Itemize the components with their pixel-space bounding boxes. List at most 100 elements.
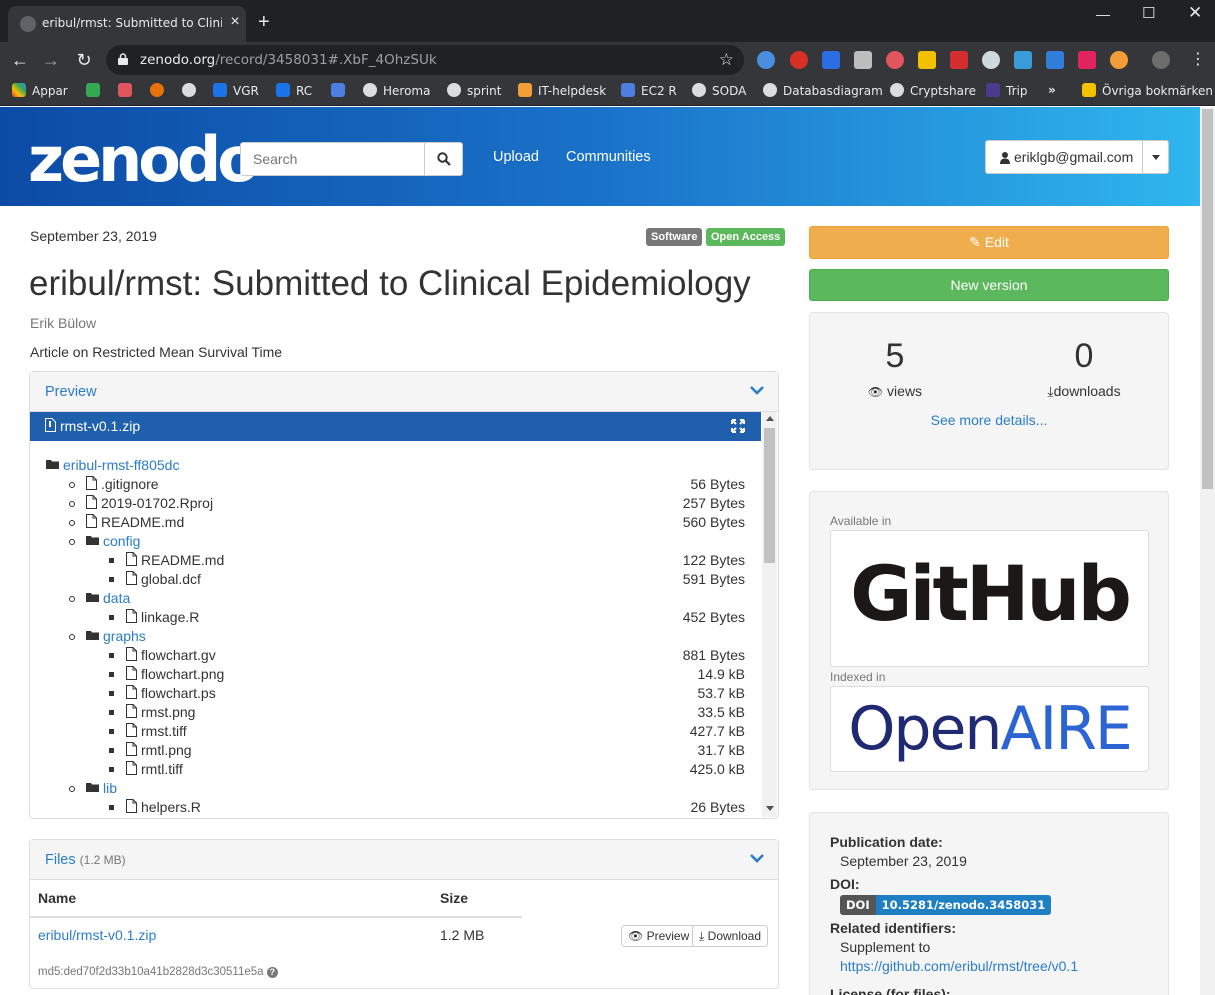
bookmark-icon-only[interactable] <box>331 83 351 98</box>
profile-avatar[interactable] <box>1152 51 1170 69</box>
page-scrollbar-thumb[interactable] <box>1202 109 1213 489</box>
views-count: 5 <box>885 337 905 375</box>
tree-folder-row[interactable]: lib <box>30 779 761 798</box>
file-icon <box>126 761 137 775</box>
search-input[interactable] <box>241 143 426 175</box>
search-button[interactable] <box>424 143 462 175</box>
extension-icon[interactable] <box>982 51 1000 69</box>
extension-icon[interactable] <box>918 51 936 69</box>
bookmarks-overflow-icon[interactable]: » <box>1048 83 1056 97</box>
folder-icon <box>1082 83 1096 97</box>
browser-tab[interactable]: eribul/rmst: Submitted to Clinical × <box>8 6 246 42</box>
file-download-button[interactable]: ⤓ Download <box>692 925 769 947</box>
folder-name[interactable]: config <box>103 533 140 549</box>
bookmark-soda[interactable]: SODA <box>692 83 746 98</box>
doi-badge[interactable]: DOI 10.5281/zenodo.3458031 <box>840 895 1052 915</box>
bookmark-icon-only[interactable] <box>118 83 138 98</box>
bookmark-apps[interactable]: Appar <box>12 83 68 98</box>
back-icon[interactable]: ← <box>10 50 30 70</box>
header-divider <box>30 916 522 918</box>
chevron-down-icon[interactable] <box>750 385 764 395</box>
openaire-logo-link[interactable]: OpenAIRE <box>830 686 1149 772</box>
bookmark-vgr[interactable]: VGR <box>213 83 259 98</box>
address-bar[interactable]: zenodo.org/record/3458031#.XbF_4OhzSUk ☆ <box>106 45 744 75</box>
bookmark-icon-only[interactable] <box>182 83 202 98</box>
openaire-aire: AIRE <box>1000 694 1132 764</box>
page-scrollbar[interactable] <box>1200 107 1215 995</box>
see-more-details-link[interactable]: See more details... <box>810 412 1168 428</box>
extension-icon[interactable] <box>1014 51 1032 69</box>
maximize-icon[interactable]: ☐ <box>1142 4 1155 22</box>
files-panel-header[interactable]: Files (1.2 MB) <box>30 840 778 880</box>
bookmark-it-helpdesk[interactable]: IT-helpdesk <box>518 83 606 98</box>
tree-folder-row[interactable]: eribul-rmst-ff805dc <box>30 456 761 475</box>
close-window-icon[interactable]: ✕ <box>1188 3 1202 23</box>
bookmark-star-icon[interactable]: ☆ <box>719 50 734 70</box>
bookmark-rc[interactable]: RC <box>276 83 312 98</box>
zenodo-logo[interactable]: zenodo <box>28 125 260 195</box>
pocket-extension-icon[interactable] <box>886 51 904 69</box>
folder-name[interactable]: eribul-rmst-ff805dc <box>63 457 179 473</box>
tree-file-row: flowchart.gv 881 Bytes <box>30 646 761 665</box>
tab-close-icon[interactable]: × <box>226 13 244 31</box>
extension-icon[interactable] <box>854 51 872 69</box>
globe-icon <box>182 83 196 97</box>
bookmark-databasdiagram[interactable]: Databasdiagram <box>763 83 883 98</box>
tree-folder-row[interactable]: data <box>30 589 761 608</box>
forward-icon[interactable]: → <box>41 50 61 70</box>
bookmark-ec2r[interactable]: EC2 R <box>621 83 677 98</box>
bookmark-sprint[interactable]: sprint <box>447 83 501 98</box>
folder-name[interactable]: data <box>103 590 130 606</box>
tree-folder-row[interactable]: config <box>30 532 761 551</box>
preview-scrollbar-thumb[interactable] <box>764 428 775 563</box>
extension-icon[interactable] <box>790 51 808 69</box>
preview-scrollbar[interactable] <box>762 412 777 817</box>
folder-name[interactable]: graphs <box>103 628 146 644</box>
bookmark-icon-only[interactable] <box>86 83 106 98</box>
file-name: linkage.R <box>141 609 200 625</box>
user-dropdown-toggle[interactable] <box>1142 141 1168 173</box>
file-link[interactable]: eribul/rmst-v0.1.zip <box>38 927 156 943</box>
scroll-up-arrow-icon[interactable] <box>766 416 774 421</box>
bookmark-other[interactable]: Övriga bokmärken <box>1082 83 1213 98</box>
nav-upload[interactable]: Upload <box>493 149 539 165</box>
extension-icon[interactable] <box>1110 51 1128 69</box>
bookmark-heroma[interactable]: Heroma <box>363 83 430 98</box>
file-size: 122 Bytes <box>682 552 745 568</box>
reload-icon[interactable]: ↻ <box>74 50 94 70</box>
github-logo-link[interactable]: GitHub <box>830 530 1149 667</box>
file-name: rmst.tiff <box>141 723 187 739</box>
preview-file-bar: rmst-v0.1.zip <box>30 412 761 441</box>
list-bullet <box>109 729 114 734</box>
bookmark-cryptshare[interactable]: Cryptshare <box>890 83 976 98</box>
bookmark-label: Övriga bokmärken <box>1102 84 1213 98</box>
download-icon: ⤓ <box>699 929 705 943</box>
bookmark-label: SODA <box>712 84 747 98</box>
nav-communities[interactable]: Communities <box>566 149 651 165</box>
folder-name[interactable]: lib <box>103 780 117 796</box>
user-menu-button[interactable]: eriklgb@gmail.com <box>985 140 1169 174</box>
extension-icon[interactable] <box>950 51 968 69</box>
bookmark-icon-only[interactable] <box>150 83 170 98</box>
bookmark-trip[interactable]: Trip <box>986 83 1027 98</box>
fullscreen-icon[interactable] <box>731 419 745 433</box>
related-url-link[interactable]: https://github.com/eribul/rmst/tree/v0.1 <box>840 958 1078 974</box>
browser-tabbar: eribul/rmst: Submitted to Clinical × + —… <box>0 0 1215 42</box>
extension-icon[interactable] <box>1078 51 1096 69</box>
preview-panel-header[interactable]: Preview <box>30 372 778 412</box>
chevron-down-icon[interactable] <box>750 853 764 863</box>
extension-icon[interactable] <box>757 51 775 69</box>
apps-grid-icon <box>12 83 26 97</box>
file-preview-button[interactable]: 👁 Preview <box>621 925 697 947</box>
help-icon[interactable]: ? <box>266 967 278 978</box>
record-author[interactable]: Erik Bülow <box>30 315 96 331</box>
new-tab-icon[interactable]: + <box>258 12 270 32</box>
new-version-button[interactable]: New version <box>809 269 1169 301</box>
scroll-down-arrow-icon[interactable] <box>766 806 774 811</box>
extension-icon[interactable] <box>1046 51 1064 69</box>
minimize-icon[interactable]: — <box>1096 6 1110 22</box>
tree-folder-row[interactable]: graphs <box>30 627 761 646</box>
menu-icon[interactable]: ⋮ <box>1188 50 1208 70</box>
extension-icon[interactable] <box>822 51 840 69</box>
edit-button[interactable]: ✎ Edit <box>809 226 1169 259</box>
